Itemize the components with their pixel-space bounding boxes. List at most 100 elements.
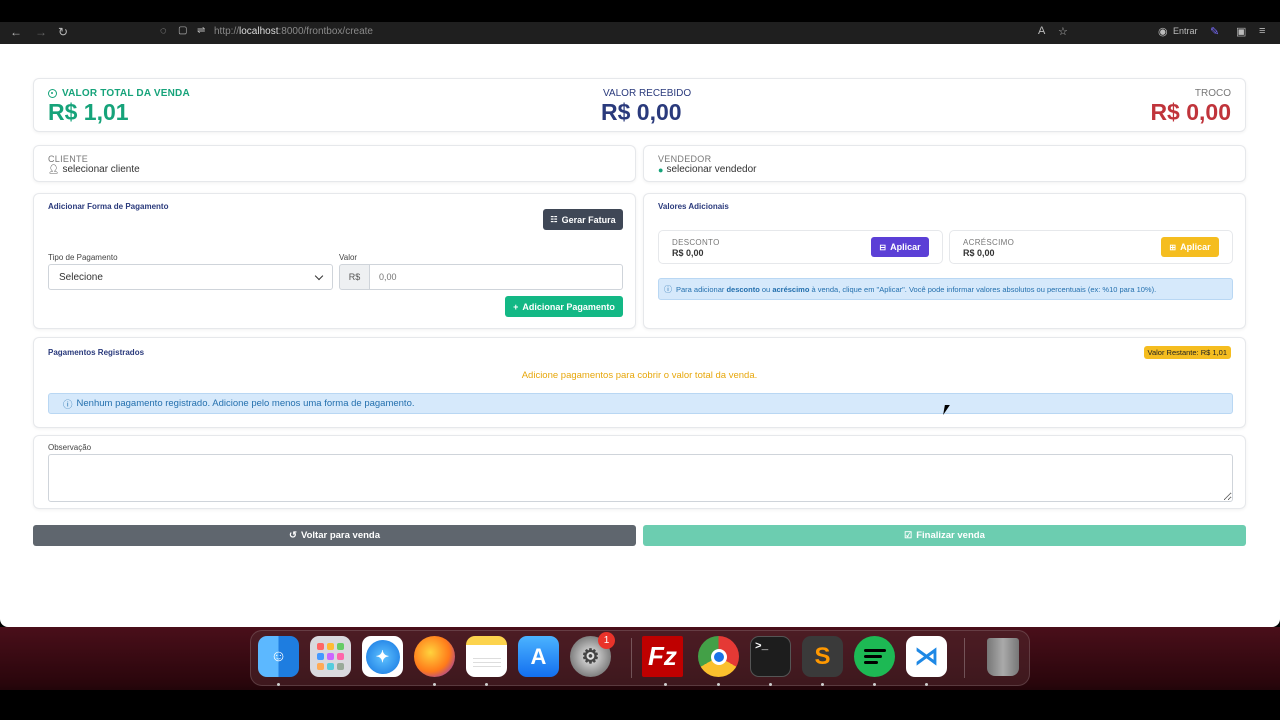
- money-circle-icon: [48, 89, 57, 98]
- additional-values-title: Valores Adicionais: [658, 202, 729, 211]
- terminal-icon[interactable]: >_: [750, 636, 791, 677]
- total-label-row: VALOR TOTAL DA VENDA: [48, 88, 190, 99]
- sublime-icon[interactable]: S: [802, 636, 843, 677]
- client-value: selecionar cliente: [62, 164, 140, 175]
- generate-invoice-button[interactable]: ☷ Gerar Fatura: [543, 209, 623, 230]
- back-to-sale-label: Voltar para venda: [300, 530, 380, 541]
- menu-icon[interactable]: ≡: [1259, 25, 1265, 37]
- running-indicator: [821, 683, 824, 686]
- profile-label[interactable]: Entrar: [1173, 26, 1198, 36]
- minus-square-icon: ⊟: [879, 242, 887, 252]
- info-text-1: Para adicionar: [676, 284, 727, 294]
- discount-box: DESCONTO R$ 0,00 ⊟ Aplicar: [658, 230, 943, 264]
- star-icon[interactable]: ☆: [1058, 25, 1068, 38]
- back-to-sale-button[interactable]: ↺ Voltar para venda: [33, 525, 636, 546]
- firefox-icon[interactable]: [414, 636, 455, 677]
- received-label: VALOR RECEBIDO: [603, 88, 692, 99]
- payment-type-select[interactable]: Selecione: [48, 264, 333, 290]
- apply-surcharge-label: Aplicar: [1180, 242, 1211, 252]
- running-indicator: [769, 683, 772, 686]
- check-square-icon: ☑: [904, 530, 913, 540]
- user-tie-icon: ●: [658, 164, 664, 175]
- vscode-icon[interactable]: ⋊: [906, 636, 947, 677]
- shield-icon[interactable]: ◌: [160, 25, 167, 37]
- safari-icon[interactable]: ✦: [362, 636, 403, 677]
- finish-sale-label: Finalizar venda: [916, 530, 985, 541]
- finish-sale-button[interactable]: ☑ Finalizar venda: [643, 525, 1246, 546]
- payment-value-input[interactable]: [369, 264, 623, 290]
- surcharge-box: ACRÉSCIMO R$ 0,00 ⊞ Aplicar: [949, 230, 1233, 264]
- remaining-value-badge: Valor Restante: R$ 1,01: [1143, 346, 1231, 359]
- pen-icon[interactable]: ✎: [1210, 25, 1219, 38]
- seller-select[interactable]: ● selecionar vendedor: [658, 164, 757, 175]
- spotify-icon[interactable]: [854, 636, 895, 677]
- apply-surcharge-button[interactable]: ⊞ Aplicar: [1161, 237, 1219, 257]
- no-payment-alert: ⓘ Nenhum pagamento registrado. Adicione …: [48, 393, 1233, 414]
- dock-divider: [964, 638, 965, 678]
- observation-label: Observação: [48, 443, 92, 452]
- apply-discount-button[interactable]: ⊟ Aplicar: [871, 237, 929, 257]
- registered-payments-card: Pagamentos Registrados Valor Restante: R…: [33, 337, 1246, 428]
- observation-card: Observação: [33, 435, 1246, 509]
- seller-label: VENDEDOR: [658, 154, 712, 164]
- launchpad-icon[interactable]: [310, 636, 351, 677]
- running-indicator: [433, 683, 436, 686]
- registered-payments-title: Pagamentos Registrados: [48, 348, 145, 357]
- chevron-down-icon: [314, 271, 324, 281]
- payment-type-label: Tipo de Pagamento: [48, 253, 118, 262]
- additional-info-text: Para adicionar desconto ou acréscimo à v…: [676, 285, 1156, 294]
- add-payment-button[interactable]: + Adicionar Pagamento: [505, 296, 623, 317]
- connection-icon[interactable]: ⇌: [197, 25, 205, 36]
- received-value: R$ 0,00: [601, 99, 682, 125]
- currency-prefix: R$: [339, 264, 370, 290]
- browser-toolbar: ← → ↻ ◌ ▢ ⇌ http://localhost:8000/frontb…: [0, 22, 1280, 44]
- chrome-icon[interactable]: [698, 636, 739, 677]
- discount-label: DESCONTO: [672, 238, 720, 247]
- undo-icon: ↺: [289, 530, 297, 541]
- list-icon: ☷: [550, 215, 558, 224]
- running-indicator: [485, 683, 488, 686]
- forward-icon[interactable]: →: [35, 25, 47, 39]
- back-icon[interactable]: ←: [10, 25, 22, 39]
- observation-textarea[interactable]: [48, 454, 1233, 502]
- running-indicator: [925, 683, 928, 686]
- value-label: Valor: [339, 253, 358, 262]
- info-icon: ⓘ: [63, 399, 73, 411]
- client-card[interactable]: CLIENTE 👤︎ selecionar cliente: [33, 145, 636, 182]
- generate-invoice-label: Gerar Fatura: [561, 214, 616, 225]
- app-store-icon[interactable]: A: [518, 636, 559, 677]
- notes-icon[interactable]: [466, 636, 507, 677]
- payment-form-title: Adicionar Forma de Pagamento: [48, 202, 169, 211]
- finder-icon[interactable]: ☺: [258, 636, 299, 677]
- translate-icon[interactable]: A: [1038, 25, 1045, 37]
- plus-icon: +: [513, 301, 519, 312]
- running-indicator: [664, 683, 667, 686]
- no-payment-text: Nenhum pagamento registrado. Adicione pe…: [76, 398, 415, 409]
- address-bar[interactable]: http://localhost:8000/frontbox/create: [214, 26, 373, 37]
- sale-summary-card: VALOR TOTAL DA VENDA R$ 1,01 VALOR RECEB…: [33, 78, 1246, 132]
- screen-bottom: [0, 690, 1280, 720]
- discount-value: R$ 0,00: [672, 248, 704, 258]
- info-bold-discount: desconto: [726, 284, 760, 294]
- reload-icon[interactable]: ↻: [58, 25, 68, 39]
- running-indicator: [873, 683, 876, 686]
- page-icon[interactable]: ▢: [178, 25, 187, 36]
- extensions-icon[interactable]: ▣: [1236, 25, 1246, 38]
- change-value: R$ 0,00: [1150, 99, 1231, 125]
- page-content: VALOR TOTAL DA VENDA R$ 1,01 VALOR RECEB…: [0, 44, 1280, 627]
- profile-icon[interactable]: ◉: [1158, 25, 1168, 38]
- apply-discount-label: Aplicar: [890, 242, 921, 252]
- seller-card[interactable]: VENDEDOR ● selecionar vendedor: [643, 145, 1246, 182]
- filezilla-icon[interactable]: Fz: [642, 636, 683, 677]
- trash-icon[interactable]: [982, 636, 1023, 677]
- info-bold-surcharge: acréscimo: [772, 284, 810, 294]
- add-payment-label: Adicionar Pagamento: [522, 301, 615, 312]
- info-text-2: ou: [759, 284, 773, 294]
- surcharge-label: ACRÉSCIMO: [963, 238, 1015, 247]
- client-label: CLIENTE: [48, 154, 89, 164]
- settings-badge: 1: [598, 632, 615, 649]
- plus-square-icon: ⊞: [1169, 242, 1177, 252]
- client-select[interactable]: 👤︎ selecionar cliente: [48, 164, 140, 175]
- payment-type-value: Selecione: [59, 271, 103, 283]
- surcharge-value: R$ 0,00: [963, 248, 995, 258]
